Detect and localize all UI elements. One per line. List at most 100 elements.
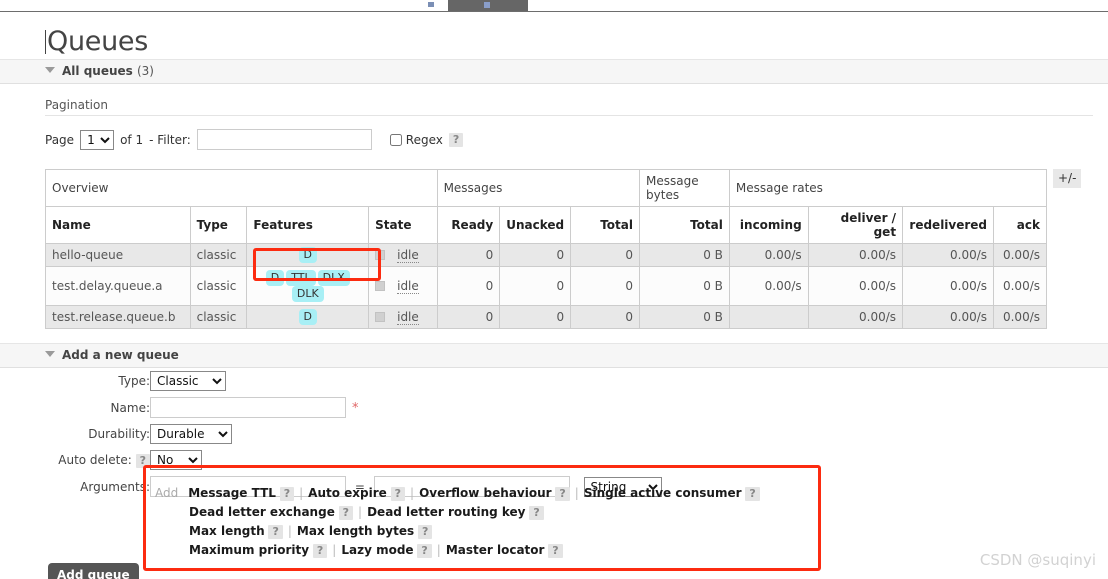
argument-preset-link[interactable]: Single active consumer — [584, 486, 742, 500]
column-header-unacked[interactable]: Unacked — [499, 206, 572, 244]
regex-help-icon[interactable]: ? — [448, 132, 464, 147]
cell-bytes-total: 0 B — [639, 266, 730, 306]
table-row[interactable]: test.release.queue.b classic Didle 0 0 0 0 B 0.… — [45, 305, 1047, 329]
page-word: Page — [45, 132, 75, 147]
form-row-name: Name: * — [45, 394, 662, 421]
argument-preset-help-icon[interactable]: ? — [417, 544, 432, 558]
durability-select[interactable]: Durable — [150, 424, 232, 444]
collapse-triangle-icon[interactable] — [45, 67, 55, 73]
cell-messages-total: 0 — [570, 266, 641, 306]
auto-delete-select[interactable]: No — [150, 450, 202, 470]
state-indicator-icon — [375, 281, 386, 291]
type-label: Type: — [118, 374, 150, 388]
argument-preset-help-icon[interactable]: ? — [745, 487, 760, 501]
argument-preset-help-icon[interactable]: ? — [390, 487, 406, 501]
arguments-label: Arguments: — [80, 479, 150, 494]
argument-preset-link[interactable]: Dead letter exchange — [189, 505, 335, 519]
column-header-type[interactable]: Type — [189, 206, 248, 244]
argument-preset-help-icon[interactable]: ? — [417, 525, 433, 539]
argument-preset-link[interactable]: Message TTL — [188, 486, 276, 500]
column-header-ready[interactable]: Ready — [436, 206, 501, 244]
group-header-overview: Overview — [45, 169, 438, 207]
table-row[interactable]: test.delay.queue.a classic D TTL DLXDLK idle 0… — [45, 266, 1047, 306]
queues-table-body: hello-queue classic Didle 0 0 0 0 B 0.00/s 0.00/… — [45, 243, 1047, 329]
column-header-incoming[interactable]: incoming — [728, 206, 809, 244]
section-add-new-queue[interactable]: Add a new queue — [0, 343, 1108, 368]
separator: | — [299, 486, 304, 500]
column-header-name[interactable]: Name — [45, 206, 191, 244]
argument-preset-row-3: Maximum priority ? | Lazy mode ? | Master lo… — [155, 541, 815, 560]
app-root: Queues All queues (3) Pagination Page 1 … — [0, 0, 1108, 579]
auto-delete-field-cell: No — [150, 447, 662, 473]
watermark: CSDN @suqinyi — [979, 551, 1096, 569]
argument-preset-help-icon[interactable]: ? — [548, 544, 563, 558]
column-header-state[interactable]: State — [368, 206, 438, 244]
cell-queue-state: idle — [368, 243, 438, 267]
column-header-features[interactable]: Features — [246, 206, 370, 244]
column-header-redelivered[interactable]: redelivered — [902, 206, 995, 244]
column-header-bytes-total[interactable]: Total — [639, 206, 730, 244]
auto-delete-help-icon[interactable]: ? — [135, 453, 150, 468]
table-row[interactable]: hello-queue classic Didle 0 0 0 0 B 0.00/s 0.00/… — [45, 243, 1047, 267]
name-field-cell: * — [150, 394, 662, 421]
all-queues-count: (3) — [136, 64, 154, 78]
form-row-type: Type: Classic — [45, 368, 662, 394]
argument-preset-link[interactable]: Dead letter routing key — [367, 505, 525, 519]
cell-incoming: 0.00/s — [728, 266, 809, 306]
argument-preset-row-1: Dead letter exchange ? | Dead letter routi… — [155, 503, 815, 522]
argument-preset-link[interactable]: Max length bytes — [297, 524, 414, 538]
page-select[interactable]: 1 — [80, 129, 115, 150]
argument-preset-link[interactable]: Maximum priority — [189, 543, 309, 557]
pagination-controls: Page 1 of 1 - Filter: Regex ? — [0, 116, 1108, 150]
queue-name-input[interactable] — [150, 397, 346, 418]
cell-deliver-get: 0.00/s — [807, 266, 904, 306]
column-header-deliver-get[interactable]: deliver / get — [807, 206, 904, 244]
regex-checkbox[interactable] — [389, 133, 402, 146]
state-label: idle — [397, 248, 419, 263]
argument-preset-help-icon[interactable]: ? — [279, 487, 295, 501]
feature-badge: DLX — [317, 270, 350, 286]
cell-redelivered: 0.00/s — [902, 243, 995, 267]
cell-incoming — [728, 305, 809, 329]
column-header-messages-total[interactable]: Total — [570, 206, 641, 244]
state-label: idle — [397, 310, 419, 325]
feature-badge: D — [298, 309, 317, 325]
group-header-message-bytes: Message bytes — [639, 169, 730, 207]
auto-delete-label: Auto delete: — [58, 452, 132, 467]
argument-preset-link[interactable]: Master locator — [446, 543, 545, 557]
column-header-ack[interactable]: ack — [993, 206, 1047, 244]
argument-preset-help-icon[interactable]: ? — [312, 544, 328, 558]
cell-queue-name[interactable]: hello-queue — [45, 243, 191, 267]
cell-queue-name[interactable]: test.release.queue.b — [45, 305, 191, 329]
argument-preset-link[interactable]: Auto expire — [308, 486, 387, 500]
type-select[interactable]: Classic — [150, 371, 226, 391]
section-all-queues[interactable]: All queues (3) — [0, 59, 1108, 84]
cell-queue-name[interactable]: test.delay.queue.a — [45, 266, 191, 306]
argument-preset-help-icon[interactable]: ? — [338, 506, 354, 520]
feature-badge: D — [298, 247, 317, 263]
add-argument-label: Add — [155, 486, 179, 500]
queues-table: Overview Messages Message bytes Message … — [45, 169, 1048, 329]
feature-badge: TTL — [286, 270, 316, 286]
argument-preset-link[interactable]: Max length — [189, 524, 265, 538]
argument-preset-help-icon[interactable]: ? — [529, 506, 544, 520]
argument-preset-row-0: Add Message TTL ? | Auto expire ? | Overflow … — [155, 484, 815, 503]
feature-badge: DLK — [291, 286, 324, 302]
filter-label: - Filter: — [149, 132, 191, 147]
filter-input[interactable] — [196, 129, 372, 150]
column-toggle-button[interactable]: +/- — [1053, 169, 1082, 188]
collapse-triangle-icon-2[interactable] — [45, 351, 55, 357]
cell-queue-type: classic — [189, 266, 248, 306]
add-queue-button[interactable]: Add queue — [48, 563, 139, 579]
form-row-durability: Durability: Durable — [45, 421, 662, 447]
durability-label: Durability: — [88, 427, 150, 441]
argument-preset-link[interactable]: Lazy mode — [341, 543, 413, 557]
argument-preset-help-icon[interactable]: ? — [268, 525, 283, 539]
argument-preset-link[interactable]: Overflow behaviour — [419, 486, 552, 500]
queues-table-wrap: Overview Messages Message bytes Message … — [0, 150, 1108, 329]
cell-deliver-get: 0.00/s — [807, 305, 904, 329]
page-of-text: of 1 — [120, 132, 144, 147]
section-add-queue-label: Add a new queue — [62, 348, 179, 362]
cell-ready: 0 — [436, 266, 501, 306]
argument-preset-help-icon[interactable]: ? — [555, 487, 570, 501]
